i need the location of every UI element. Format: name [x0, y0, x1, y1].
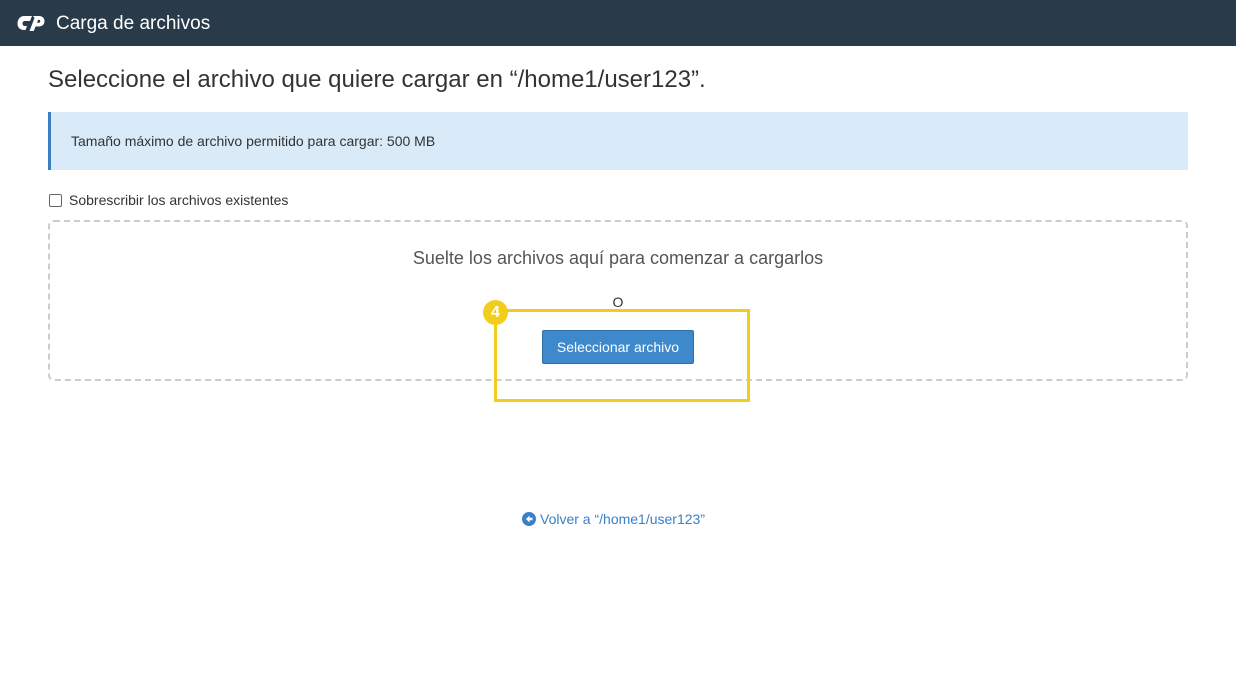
overwrite-option[interactable]: Sobrescribir los archivos existentes	[48, 190, 288, 210]
top-bar: Carga de archivos	[0, 0, 1236, 46]
select-file-button[interactable]: Seleccionar archivo	[542, 330, 694, 364]
back-link[interactable]: Volver a “/home1/user123”	[522, 510, 705, 528]
overwrite-checkbox[interactable]	[49, 193, 62, 207]
page-title: Seleccione el archivo que quiere cargar …	[48, 66, 706, 93]
overwrite-label[interactable]: Sobrescribir los archivos existentes	[69, 192, 288, 208]
or-separator: O	[612, 294, 624, 310]
info-alert: Tamaño máximo de archivo permitido para …	[48, 112, 1188, 170]
back-link-label[interactable]: Volver a “/home1/user123”	[540, 510, 705, 528]
app-title: Carga de archivos	[56, 13, 211, 34]
step-number-badge: 4	[483, 300, 508, 325]
max-size-text: Tamaño máximo de archivo permitido para …	[71, 133, 436, 149]
cpanel-logo-icon[interactable]	[15, 13, 47, 33]
arrow-circle-left-icon	[522, 512, 536, 526]
dropzone-text: Suelte los archivos aquí para comenzar a…	[412, 248, 824, 268]
